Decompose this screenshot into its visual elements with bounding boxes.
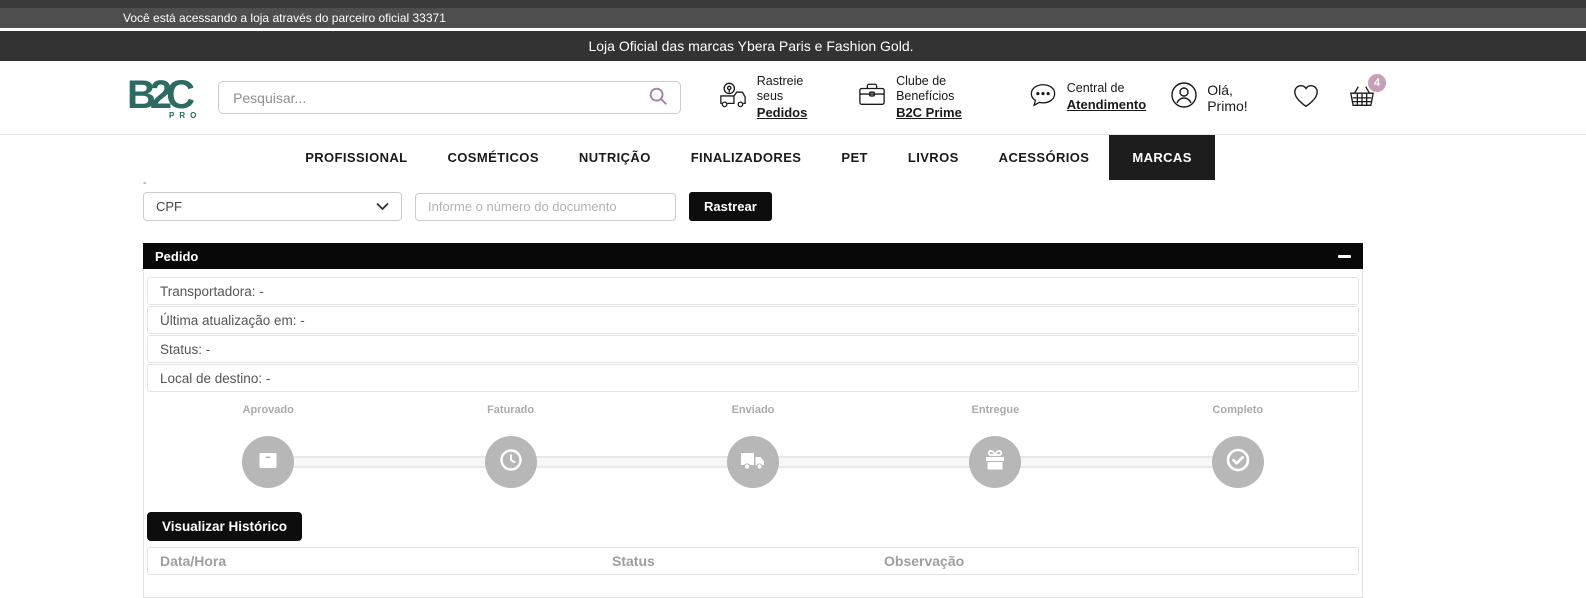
tracker-form: - CPF Rastrear bbox=[143, 177, 1586, 221]
track-orders-line2: Pedidos bbox=[756, 104, 808, 120]
step-label-enviado: Enviado bbox=[731, 404, 775, 416]
benefits-club-link[interactable]: Clube de Benefícios B2C Prime bbox=[857, 74, 991, 122]
main-nav: PROFISSIONAL COSMÉTICOS NUTRIÇÃO FINALIZ… bbox=[0, 134, 1586, 180]
clock-icon bbox=[498, 447, 524, 478]
view-history-button[interactable]: Visualizar Histórico bbox=[147, 512, 303, 541]
chevron-down-icon bbox=[376, 199, 389, 214]
official-notice-bar: Loja Oficial das marcas Ybera Paris e Fa… bbox=[0, 31, 1586, 61]
greeting-label: Olá, Primo! bbox=[1207, 81, 1248, 114]
wishlist-button[interactable] bbox=[1291, 82, 1321, 113]
package-box-icon bbox=[255, 447, 281, 478]
nav-item-acessorios[interactable]: ACESSÓRIOS bbox=[979, 135, 1110, 180]
order-panel-title: Pedido bbox=[155, 248, 199, 264]
track-orders-line1: Rastreie seus bbox=[756, 73, 804, 104]
cart-count-badge: 4 bbox=[1368, 74, 1387, 92]
step-faturado bbox=[484, 436, 537, 488]
step-entregue bbox=[969, 436, 1022, 488]
nav-item-nutricao[interactable]: NUTRIÇÃO bbox=[559, 135, 671, 180]
step-label-aprovado: Aprovado bbox=[242, 404, 294, 416]
step-enviado bbox=[726, 436, 779, 488]
search-button[interactable] bbox=[636, 82, 680, 113]
partner-notice-bar: Você está acessando a loja através do pa… bbox=[0, 8, 1586, 28]
delivery-truck-icon bbox=[718, 81, 748, 114]
collapse-minus-icon[interactable] bbox=[1338, 254, 1351, 258]
step-label-entregue: Entregue bbox=[971, 404, 1020, 416]
order-panel-body: Transportadora: - Última atualização em:… bbox=[143, 269, 1363, 598]
order-panel: Pedido Transportadora: - Última atualiza… bbox=[143, 243, 1363, 598]
logo-text: B2C bbox=[127, 73, 195, 117]
order-progress-steps: Aprovado Faturado Enviado Entregue Compl… bbox=[147, 404, 1359, 490]
column-observation: Observação bbox=[884, 553, 965, 569]
destination-row: Local de destino: - bbox=[147, 364, 1359, 392]
document-type-select[interactable]: CPF bbox=[143, 192, 402, 221]
column-datetime: Data/Hora bbox=[160, 553, 227, 569]
nav-item-cosmeticos[interactable]: COSMÉTICOS bbox=[428, 135, 559, 180]
header: B2C PRO Rastreie s bbox=[0, 61, 1586, 134]
search-icon bbox=[647, 85, 669, 110]
support-center-link[interactable]: Central de Atendimento bbox=[1028, 81, 1146, 114]
official-notice-text: Loja Oficial das marcas Ybera Paris e Fa… bbox=[588, 38, 914, 54]
column-status: Status bbox=[612, 553, 655, 569]
user-icon bbox=[1170, 81, 1198, 114]
form-label-dash: - bbox=[143, 177, 147, 189]
track-button[interactable]: Rastrear bbox=[689, 192, 772, 221]
status-row: Status: - bbox=[147, 335, 1359, 363]
search-box bbox=[218, 81, 681, 114]
nav-item-profissional[interactable]: PROFISSIONAL bbox=[285, 135, 427, 180]
partner-notice-text: Você está acessando a loja através do pa… bbox=[123, 11, 446, 25]
track-orders-link[interactable]: Rastreie seus Pedidos bbox=[718, 74, 820, 122]
briefcase-icon bbox=[857, 81, 887, 114]
step-aprovado bbox=[242, 436, 295, 488]
step-label-faturado: Faturado bbox=[487, 404, 535, 416]
step-label-completo: Completo bbox=[1212, 404, 1264, 416]
cart-button[interactable]: 4 bbox=[1347, 74, 1387, 113]
document-number-input[interactable] bbox=[415, 192, 676, 221]
nav-item-livros[interactable]: LIVROS bbox=[888, 135, 979, 180]
carrier-row: Transportadora: - bbox=[147, 277, 1359, 305]
gift-icon bbox=[982, 447, 1008, 478]
nav-item-marcas[interactable]: MARCAS bbox=[1109, 135, 1215, 180]
document-type-value: CPF bbox=[156, 199, 182, 214]
nav-item-pet[interactable]: PET bbox=[821, 135, 887, 180]
top-strip bbox=[0, 0, 1586, 8]
benefits-club-line1: Clube de Benefícios bbox=[896, 73, 955, 104]
support-center-line2: Atendimento bbox=[1066, 97, 1147, 112]
nav-item-finalizadores[interactable]: FINALIZADORES bbox=[671, 135, 822, 180]
last-update-row: Última atualização em: - bbox=[147, 306, 1359, 334]
chat-bubble-icon bbox=[1028, 81, 1058, 114]
truck-icon bbox=[739, 446, 767, 479]
search-input[interactable] bbox=[219, 89, 636, 106]
account-link[interactable]: Olá, Primo! bbox=[1170, 81, 1265, 114]
order-panel-header[interactable]: Pedido bbox=[143, 243, 1363, 269]
heart-icon bbox=[1291, 82, 1321, 113]
step-completo bbox=[1211, 436, 1264, 488]
history-table-header: Data/Hora Status Observação bbox=[147, 547, 1359, 575]
support-center-line1: Central de bbox=[1066, 81, 1125, 96]
check-circle-icon bbox=[1224, 446, 1252, 479]
benefits-club-line2: B2C Prime bbox=[896, 104, 962, 120]
store-logo[interactable]: B2C PRO bbox=[127, 75, 212, 120]
